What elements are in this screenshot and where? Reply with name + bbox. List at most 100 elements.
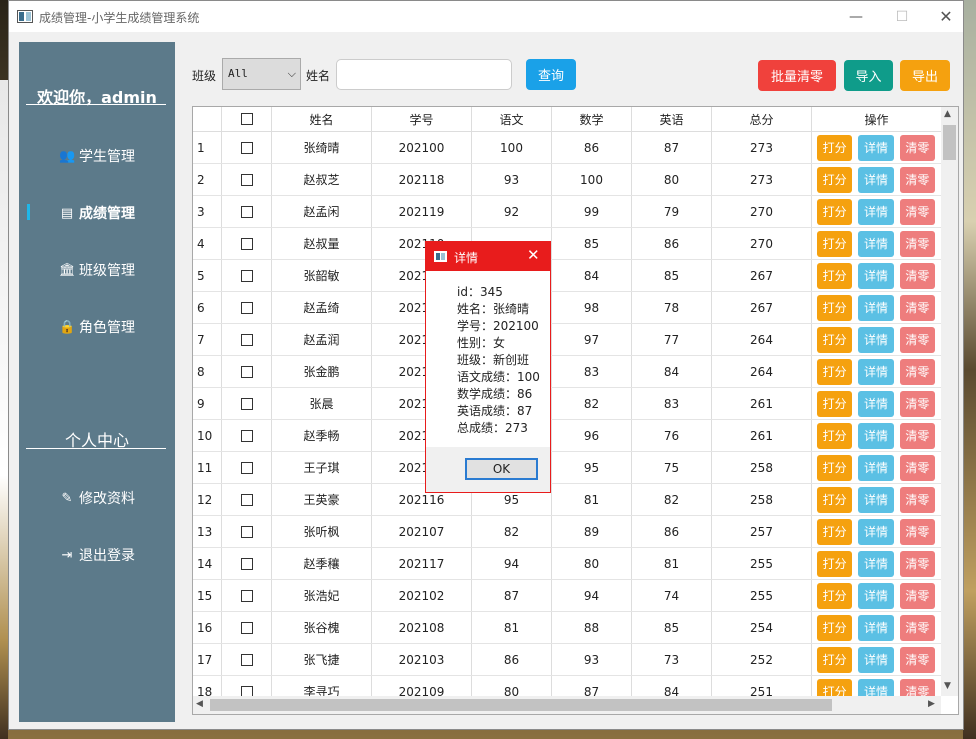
score-button[interactable]: 打分 (817, 422, 853, 449)
score-button[interactable]: 打分 (817, 262, 853, 289)
table-row[interactable]: 7 赵孟润 202113 97 77 264 打分 详情 清零 (193, 324, 941, 356)
row-checkbox[interactable] (240, 365, 253, 378)
table-row[interactable]: 12 王英豪 202116 95 81 82 258 打分 详情 清零 (193, 484, 941, 516)
score-button[interactable]: 打分 (817, 390, 853, 417)
row-checkbox[interactable] (240, 141, 253, 154)
row-checkbox[interactable] (240, 557, 253, 570)
detail-button[interactable]: 详情 (858, 422, 894, 449)
row-checkbox[interactable] (240, 333, 253, 346)
detail-button[interactable]: 详情 (858, 166, 894, 193)
import-button[interactable]: 导入 (844, 60, 893, 91)
score-button[interactable]: 打分 (817, 614, 853, 641)
detail-button[interactable]: 详情 (858, 198, 894, 225)
detail-button[interactable]: 详情 (858, 518, 894, 545)
score-button[interactable]: 打分 (817, 646, 853, 673)
score-button[interactable]: 打分 (817, 134, 853, 161)
table-row[interactable]: 2 赵叔芝 202118 93 100 80 273 打分 详情 清零 (193, 164, 941, 196)
score-button[interactable]: 打分 (817, 518, 853, 545)
row-checkbox[interactable] (240, 205, 253, 218)
detail-button[interactable]: 详情 (858, 262, 894, 289)
score-button[interactable]: 打分 (817, 198, 853, 225)
clear-button[interactable]: 清零 (899, 550, 935, 577)
scroll-down-icon[interactable]: ▼ (944, 681, 951, 691)
table-row[interactable]: 10 赵季畅 202112 96 76 261 打分 详情 清零 (193, 420, 941, 452)
row-checkbox[interactable] (240, 589, 253, 602)
clear-button[interactable]: 清零 (899, 614, 935, 641)
score-button[interactable]: 打分 (817, 582, 853, 609)
table-row[interactable]: 6 赵孟绮 202120 98 78 267 打分 详情 清零 (193, 292, 941, 324)
detail-button[interactable]: 详情 (858, 134, 894, 161)
row-checkbox[interactable] (240, 237, 253, 250)
table-row[interactable]: 4 赵叔量 202110 85 86 270 打分 详情 清零 (193, 228, 941, 260)
clear-button[interactable]: 清零 (899, 486, 935, 513)
detail-button[interactable]: 详情 (858, 646, 894, 673)
score-button[interactable]: 打分 (817, 550, 853, 577)
row-checkbox[interactable] (240, 461, 253, 474)
scroll-left-icon[interactable]: ◀ (196, 699, 203, 709)
table-row[interactable]: 9 张晨 202115 82 83 261 打分 详情 清零 (193, 388, 941, 420)
table-row[interactable]: 17 张飞捷 202103 86 93 73 252 打分 详情 清零 (193, 644, 941, 676)
detail-button[interactable]: 详情 (858, 582, 894, 609)
table-row[interactable]: 8 张金鹏 202114 83 84 264 打分 详情 清零 (193, 356, 941, 388)
ok-button[interactable]: OK (465, 458, 538, 480)
table-row[interactable]: 15 张浩妃 202102 87 94 74 255 打分 详情 清零 (193, 580, 941, 612)
maximize-button[interactable]: ☐ (879, 1, 925, 32)
clear-button[interactable]: 清零 (899, 390, 935, 417)
table-row[interactable]: 3 赵孟闲 202119 92 99 79 270 打分 详情 清零 (193, 196, 941, 228)
detail-button[interactable]: 详情 (858, 358, 894, 385)
close-button[interactable]: ✕ (923, 1, 969, 32)
clear-button[interactable]: 清零 (899, 518, 935, 545)
detail-button[interactable]: 详情 (858, 326, 894, 353)
row-checkbox[interactable] (240, 493, 253, 506)
sidebar-item-role[interactable]: 🔒 角色管理 (19, 315, 175, 339)
clear-button[interactable]: 清零 (899, 646, 935, 673)
clear-button[interactable]: 清零 (899, 294, 935, 321)
scroll-right-icon[interactable]: ▶ (928, 699, 935, 709)
score-button[interactable]: 打分 (817, 486, 853, 513)
sidebar-item-student[interactable]: 👥 学生管理 (19, 144, 175, 168)
export-button[interactable]: 导出 (900, 60, 950, 91)
clear-button[interactable]: 清零 (899, 358, 935, 385)
clear-button[interactable]: 清零 (899, 262, 935, 289)
clear-button[interactable]: 清零 (899, 134, 935, 161)
row-checkbox[interactable] (240, 397, 253, 410)
clear-button[interactable]: 清零 (899, 198, 935, 225)
clear-button[interactable]: 清零 (899, 454, 935, 481)
select-all-checkbox[interactable] (240, 113, 253, 125)
detail-button[interactable]: 详情 (858, 390, 894, 417)
score-button[interactable]: 打分 (817, 358, 853, 385)
score-button[interactable]: 打分 (817, 166, 853, 193)
clear-button[interactable]: 清零 (899, 230, 935, 257)
row-checkbox[interactable] (240, 173, 253, 186)
score-button[interactable]: 打分 (817, 294, 853, 321)
scroll-up-icon[interactable]: ▲ (944, 109, 951, 119)
clear-button[interactable]: 清零 (899, 326, 935, 353)
row-checkbox[interactable] (240, 269, 253, 282)
detail-button[interactable]: 详情 (858, 486, 894, 513)
detail-button[interactable]: 详情 (858, 230, 894, 257)
detail-button[interactable]: 详情 (858, 454, 894, 481)
detail-button[interactable]: 详情 (858, 614, 894, 641)
vertical-scrollbar[interactable]: ▲ ▼ (941, 107, 958, 696)
sidebar-item-score[interactable]: ▤ 成绩管理 (19, 201, 175, 225)
vertical-scroll-thumb[interactable] (943, 125, 956, 160)
clear-button[interactable]: 清零 (899, 582, 935, 609)
row-checkbox[interactable] (240, 621, 253, 634)
table-row[interactable]: 16 张谷槐 202108 81 88 85 254 打分 详情 清零 (193, 612, 941, 644)
sidebar-item-logout[interactable]: ⇥ 退出登录 (19, 543, 175, 567)
table-row[interactable]: 5 张韶敏 202111 84 85 267 打分 详情 清零 (193, 260, 941, 292)
query-button[interactable]: 查询 (526, 59, 576, 90)
sidebar-item-edit-profile[interactable]: ✎ 修改资料 (19, 486, 175, 510)
horizontal-scroll-thumb[interactable] (210, 699, 832, 711)
sidebar-item-class[interactable]: 🏛 班级管理 (19, 258, 175, 282)
table-row[interactable]: 11 王子琪 202101 95 75 258 打分 详情 清零 (193, 452, 941, 484)
score-button[interactable]: 打分 (817, 230, 853, 257)
row-checkbox[interactable] (240, 653, 253, 666)
table-row[interactable]: 1 张绮晴 202100 100 86 87 273 打分 详情 清零 (193, 132, 941, 164)
name-input[interactable] (336, 59, 512, 90)
detail-button[interactable]: 详情 (858, 294, 894, 321)
table-row[interactable]: 13 张听枫 202107 82 89 86 257 打分 详情 清零 (193, 516, 941, 548)
clear-button[interactable]: 清零 (899, 422, 935, 449)
score-button[interactable]: 打分 (817, 454, 853, 481)
table-row[interactable]: 14 赵季穰 202117 94 80 81 255 打分 详情 清零 (193, 548, 941, 580)
